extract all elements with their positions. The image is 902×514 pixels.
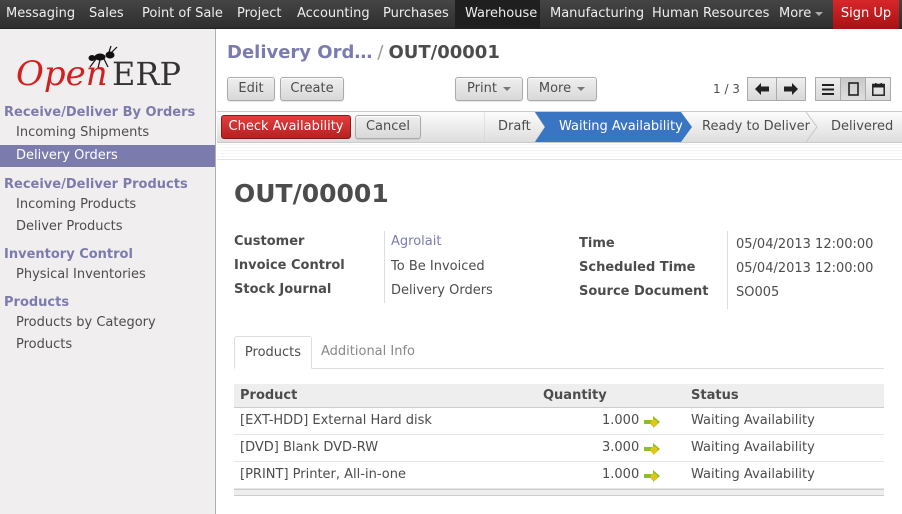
list-view-icon <box>822 83 834 95</box>
source-document-label: Source Document <box>579 284 709 299</box>
logo-graphic: Open ERP <box>16 45 181 94</box>
sheet-top-rule <box>217 144 902 160</box>
signup-button[interactable]: Sign Up <box>833 0 899 29</box>
menu-point-of-sale[interactable]: Point of Sale <box>142 0 223 28</box>
list-view-button[interactable] <box>815 77 841 101</box>
time-value: 05/04/2013 12:00:00 <box>736 237 874 252</box>
menu-project[interactable]: Project <box>237 0 281 28</box>
print-button-label: Print <box>467 81 497 96</box>
scheduled-time-label: Scheduled Time <box>579 260 696 275</box>
menu-sales[interactable]: Sales <box>89 0 124 28</box>
table-row[interactable]: [EXT-HDD] External Hard disk 1.000 Waiti… <box>234 408 884 435</box>
menu-manufacturing[interactable]: Manufacturing <box>550 0 644 28</box>
table-header: Product Quantity Status <box>234 384 884 408</box>
product-cell: [PRINT] Printer, All-in-one <box>240 467 406 482</box>
chevron-down-icon <box>815 12 823 16</box>
print-dropdown-button[interactable]: Print <box>455 77 523 101</box>
quantity-cell: 1.000 <box>602 413 640 428</box>
table-row[interactable]: [PRINT] Printer, All-in-one 1.000 Waitin… <box>234 462 884 489</box>
stage-ready-to-deliver: Ready to Deliver <box>702 119 810 134</box>
source-document-value: SO005 <box>736 285 780 300</box>
calendar-view-button[interactable] <box>865 77 891 101</box>
table-footer <box>234 489 884 496</box>
stage-waiting-availability: Waiting Availability <box>559 119 683 134</box>
check-availability-button[interactable]: Check Availability <box>221 115 351 139</box>
more-dropdown-button[interactable]: More <box>527 77 597 101</box>
product-cell: [EXT-HDD] External Hard disk <box>240 413 432 428</box>
sidebar-item-incoming-products[interactable]: Incoming Products <box>0 194 215 216</box>
stock-journal-label: Stock Journal <box>234 282 332 297</box>
edit-button[interactable]: Edit <box>227 77 275 101</box>
calendar-icon <box>871 82 885 96</box>
menu-purchases[interactable]: Purchases <box>383 0 449 28</box>
sidebar-item-deliver-products[interactable]: Deliver Products <box>0 216 215 238</box>
gear-arrow-icon[interactable] <box>644 443 660 455</box>
gear-arrow-icon[interactable] <box>644 416 660 428</box>
column-header-status[interactable]: Status <box>691 384 739 408</box>
scheduled-time-value: 05/04/2013 12:00:00 <box>736 261 874 276</box>
menu-messaging[interactable]: Messaging <box>6 0 75 28</box>
sidebar-item-products[interactable]: Products <box>0 334 215 356</box>
arrow-left-icon <box>755 83 769 95</box>
move-lines-table: Product Quantity Status [EXT-HDD] Extern… <box>234 384 884 496</box>
breadcrumb-separator: / <box>377 42 384 63</box>
stage-draft: Draft <box>498 119 531 134</box>
pager-counter[interactable]: 1 / 3 <box>713 82 740 96</box>
menu-human-resources[interactable]: Human Resources <box>652 0 769 28</box>
menu-more[interactable]: More <box>779 0 811 28</box>
menu-warehouse[interactable]: Warehouse <box>455 0 540 28</box>
sidebar-header-receive-deliver-by-orders: Receive/Deliver By Orders <box>4 105 196 120</box>
previous-record-button[interactable] <box>747 77 777 101</box>
arrow-right-icon <box>784 83 798 95</box>
menu-accounting[interactable]: Accounting <box>297 0 370 28</box>
quantity-cell: 3.000 <box>602 440 640 455</box>
more-button-label: More <box>538 81 572 96</box>
stock-journal-value: Delivery Orders <box>391 283 493 298</box>
invoice-control-label: Invoice Control <box>234 258 345 273</box>
form-header-bar: Check Availability Cancel Draft Waiting … <box>217 111 902 143</box>
sidebar-item-incoming-shipments[interactable]: Incoming Shipments <box>0 122 215 144</box>
openerp-logo[interactable]: Open ERP <box>14 43 204 99</box>
record-title: OUT/00001 <box>234 179 389 208</box>
form-view-button[interactable] <box>840 77 866 101</box>
field-column-divider <box>727 231 728 309</box>
cancel-button[interactable]: Cancel <box>355 115 421 139</box>
form-view-icon <box>847 82 859 96</box>
breadcrumb-current: OUT/00001 <box>388 42 500 63</box>
sidebar-item-physical-inventories[interactable]: Physical Inventories <box>0 264 215 286</box>
gear-arrow-icon[interactable] <box>644 470 660 482</box>
column-header-quantity[interactable]: Quantity <box>543 384 607 408</box>
tab-additional-info[interactable]: Additional Info <box>320 336 416 369</box>
time-label: Time <box>579 236 615 251</box>
status-cell: Waiting Availability <box>691 467 815 482</box>
invoice-control-value: To Be Invoiced <box>391 259 485 274</box>
table-row[interactable]: [DVD] Blank DVD-RW 3.000 Waiting Availab… <box>234 435 884 462</box>
stage-delivered: Delivered <box>831 119 894 134</box>
svg-text:Open: Open <box>16 54 108 94</box>
customer-link[interactable]: Agrolait <box>391 234 441 249</box>
product-cell: [DVD] Blank DVD-RW <box>240 440 379 455</box>
create-button[interactable]: Create <box>280 77 344 101</box>
chevron-down-icon <box>502 86 511 91</box>
field-column-divider <box>384 231 385 303</box>
svg-text:ERP: ERP <box>112 55 181 93</box>
sidebar: Open ERP Receive/Deliver By Orders Incom… <box>0 29 216 514</box>
chevron-down-icon <box>577 86 586 91</box>
top-menu-bar: Messaging Sales Point of Sale Project Ac… <box>0 0 902 29</box>
tab-products[interactable]: Products <box>234 336 312 369</box>
sidebar-header-products: Products <box>4 295 70 310</box>
column-header-product[interactable]: Product <box>240 384 297 408</box>
status-cell: Waiting Availability <box>691 413 815 428</box>
next-record-button[interactable] <box>776 77 806 101</box>
status-cell: Waiting Availability <box>691 440 815 455</box>
main-content: Delivery Ord… / OUT/00001 Edit Create Prin… <box>217 29 902 514</box>
sidebar-item-delivery-orders[interactable]: Delivery Orders <box>0 145 215 167</box>
customer-label: Customer <box>234 234 305 249</box>
breadcrumb: Delivery Ord… / OUT/00001 <box>227 42 500 63</box>
sidebar-header-receive-deliver-products: Receive/Deliver Products <box>4 177 188 192</box>
breadcrumb-parent-link[interactable]: Delivery Ord… <box>227 42 372 63</box>
quantity-cell: 1.000 <box>602 467 640 482</box>
sidebar-item-products-by-category[interactable]: Products by Category <box>0 312 215 334</box>
sidebar-header-inventory-control: Inventory Control <box>4 247 133 262</box>
